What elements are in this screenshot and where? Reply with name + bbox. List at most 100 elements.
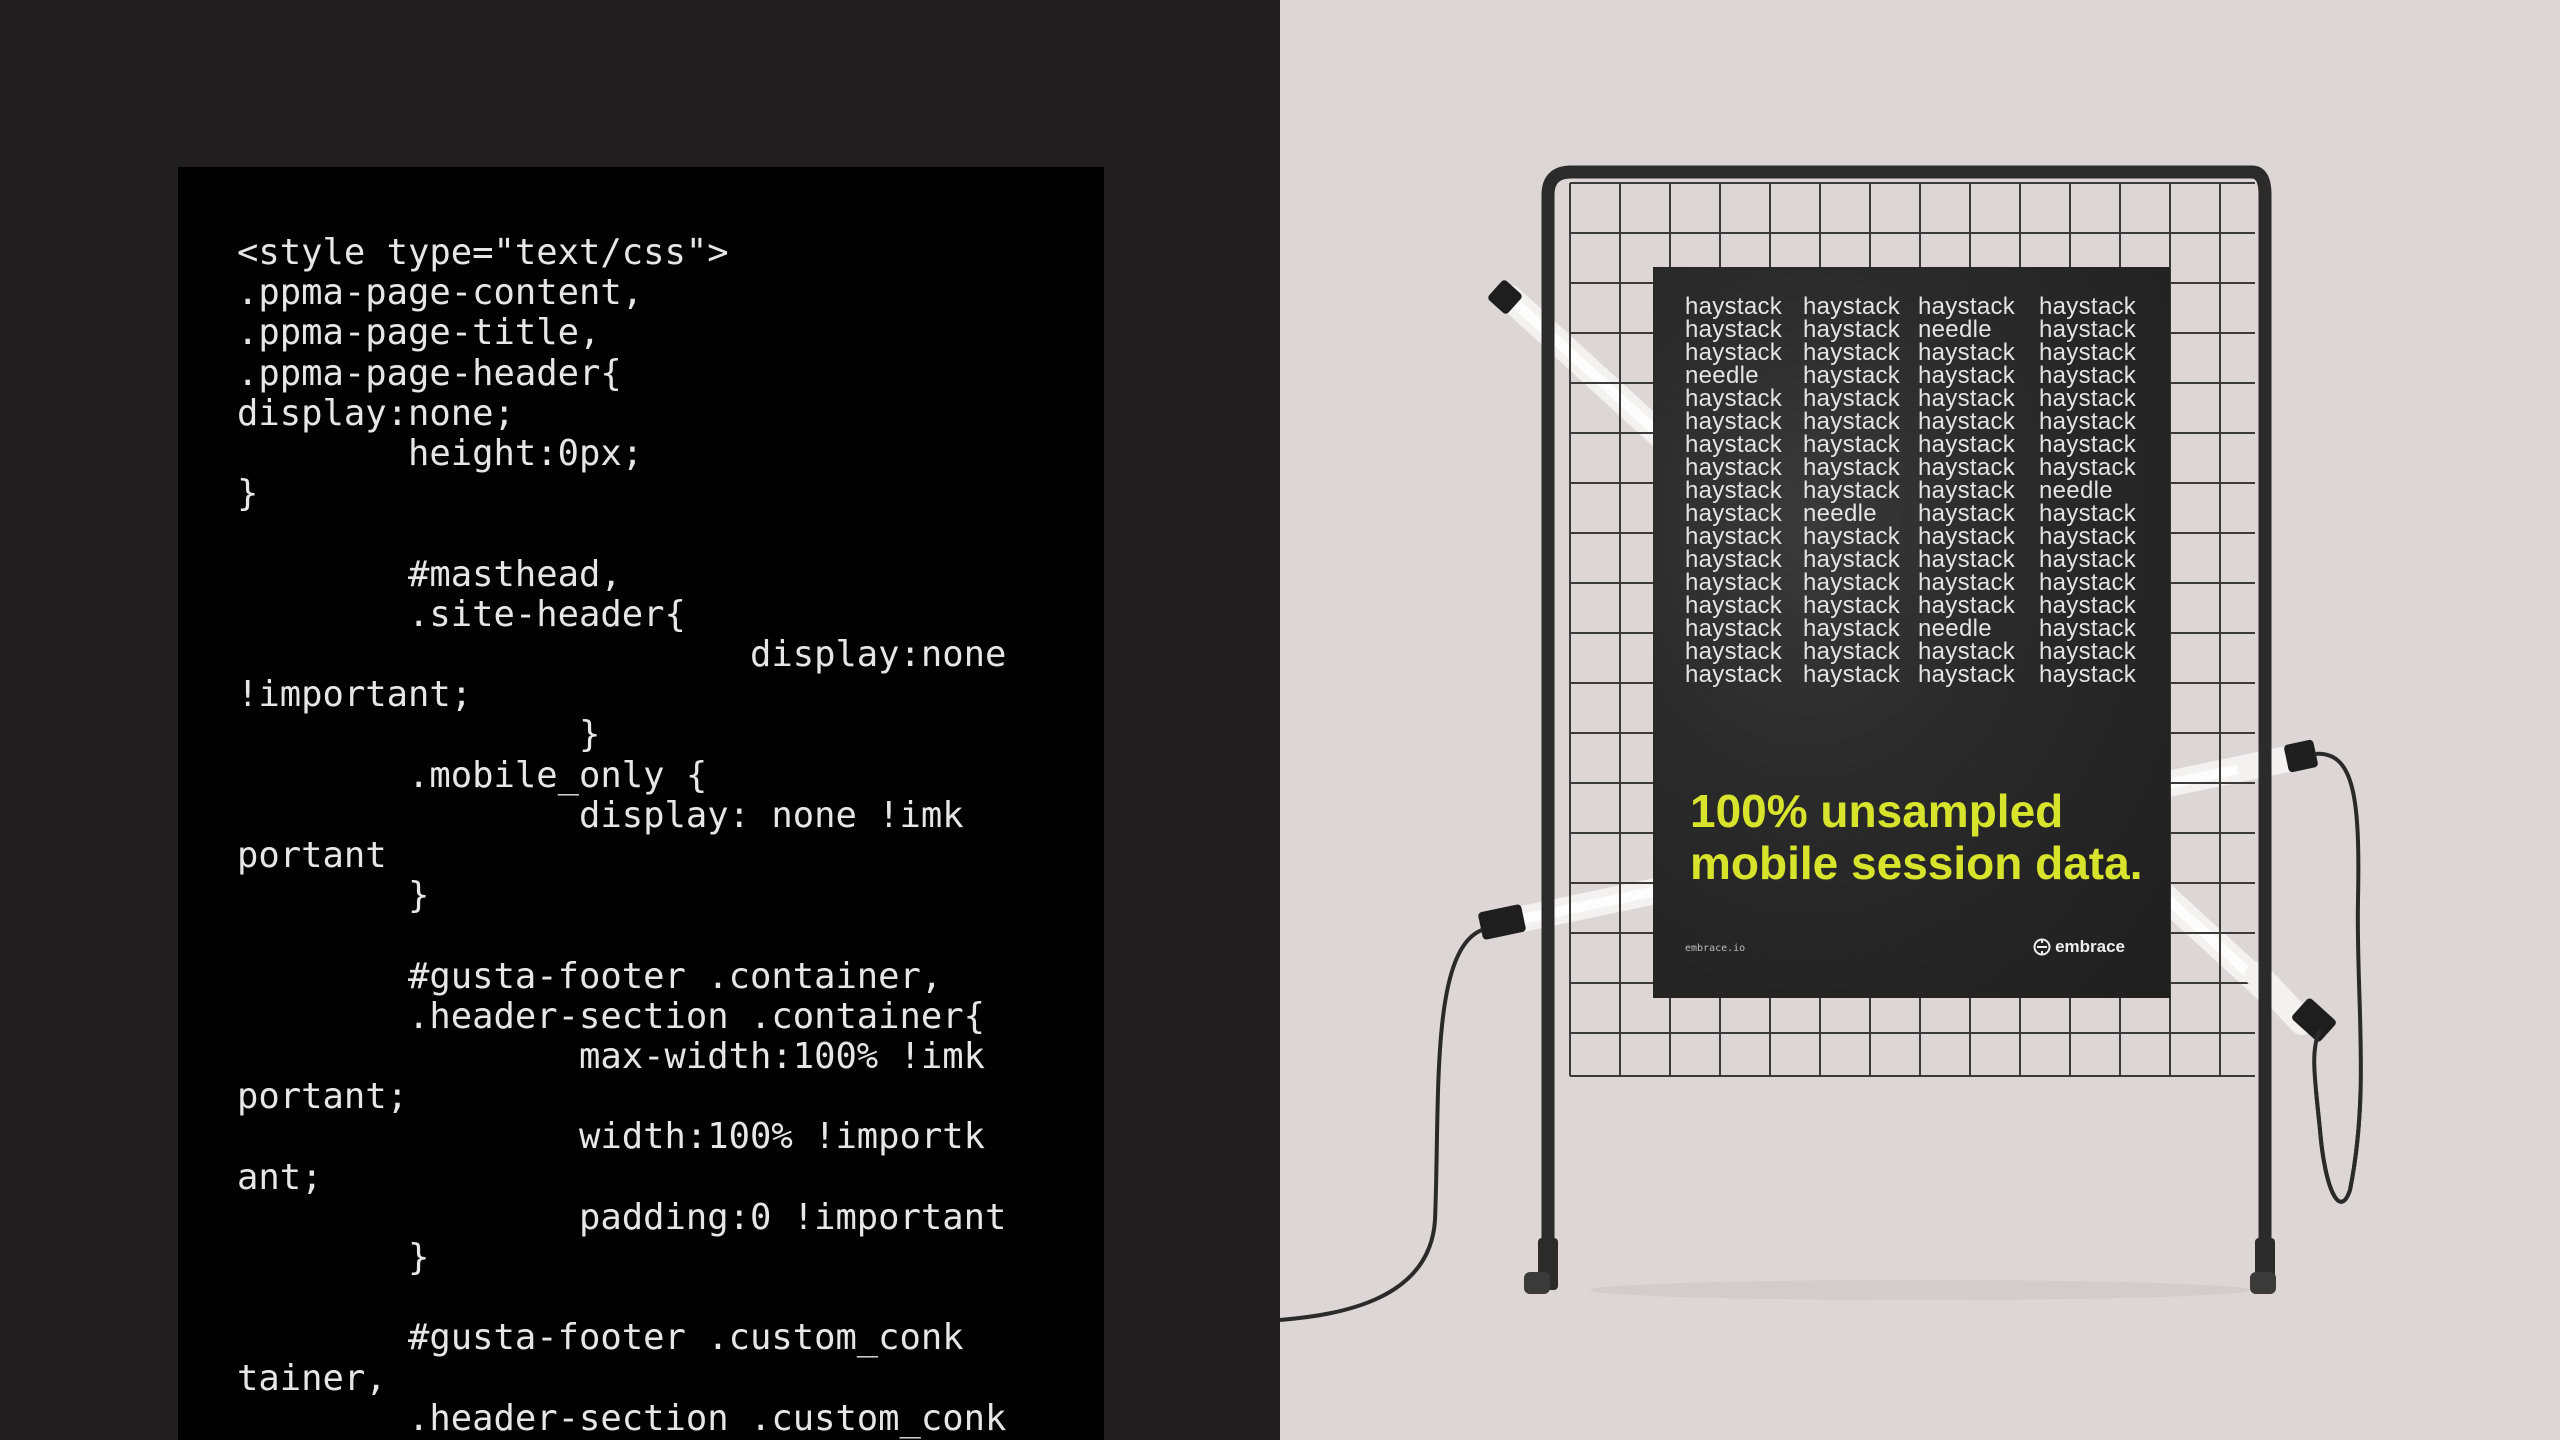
haystack-word: haystack [1803,661,1901,688]
haystack-word: haystack [2039,546,2137,573]
haystack-word: haystack [1803,546,1901,573]
haystack-word: haystack [2039,661,2137,688]
poster-brand: embrace [2033,937,2125,957]
code-line: display:none [237,634,1007,676]
needle-word: needle [2039,477,2113,504]
haystack-word: haystack [1685,500,1783,527]
code-line: width:100% !importk [237,1116,986,1158]
code-line: .header-section .custom_conk [237,1397,1007,1439]
css-code-block: <style type="text/css"> .ppma-page-conte… [237,232,1007,1439]
poster-url: embrace.io [1685,943,1746,954]
haystack-word: haystack [1918,638,2016,665]
code-line: ant; [237,1156,323,1198]
code-line: display: none !imk [237,794,964,836]
code-line: portant [237,835,387,877]
haystack-word: haystack [2039,385,2137,412]
embrace-logo-icon [2033,938,2051,956]
haystack-word: haystack [1918,454,2016,481]
haystack-word: haystack [1918,661,2016,688]
haystack-word: haystack [1685,592,1783,619]
needle-word: needle [1918,316,1992,343]
code-showcase-panel: <style type="text/css"> .ppma-page-conte… [0,0,1280,1440]
haystack-word: haystack [1803,385,1901,412]
haystack-word: haystack [1685,615,1783,642]
code-line: tainer, [237,1357,387,1399]
code-line: max-width:100% !imk [237,1036,986,1078]
haystack-word: haystack [1918,385,2016,412]
haystack-word: haystack [2039,615,2137,642]
haystack-word: haystack [1685,661,1783,688]
haystack-word: haystack [1918,477,2016,504]
haystack-word: haystack [1803,592,1901,619]
haystack-word: haystack [1685,431,1783,458]
haystack-word: haystack [2039,431,2137,458]
code-line: .ppma-page-content, [237,272,644,314]
haystack-word: haystack [1685,569,1783,596]
code-line: .ppma-page-title, [237,312,601,354]
haystack-word: haystack [2039,592,2137,619]
haystack-word: haystack [1685,477,1783,504]
haystack-word: haystack [2039,454,2137,481]
code-line: } [237,875,430,917]
haystack-word: haystack [2039,569,2137,596]
code-line: #masthead, [237,553,622,595]
code-line: height:0px; [237,433,644,475]
code-line: .ppma-page-header{ [237,352,622,394]
haystack-word: haystack [2039,523,2137,550]
headline-line-1: 100% unsampled [1690,785,2064,837]
code-line: display:none; [237,392,515,434]
code-line: .header-section .container{ [237,995,986,1037]
headline-line-2: mobile session data. [1690,837,2143,889]
code-line: !important; [237,674,473,716]
code-window: <style type="text/css"> .ppma-page-conte… [178,167,1104,1440]
haystack-word: haystack [2039,316,2137,343]
code-line: portant; [237,1076,408,1118]
code-line: <style type="text/css"> [237,232,729,273]
haystack-word: haystack [1918,408,2016,435]
haystack-word: haystack [2039,638,2137,665]
poster-mockup-panel: haystack haystack haystack haystack haystack… [1280,0,2560,1440]
haystack-word: haystack [1918,546,2016,573]
haystack-word: haystack [1918,339,2016,366]
poster: haystack haystack haystack haystack haystack… [1653,267,2170,998]
haystack-word: haystack [1803,316,1901,343]
haystack-word: haystack [1803,523,1901,550]
haystack-word: haystack [1803,454,1901,481]
haystack-word: haystack [1685,546,1783,573]
haystack-word: haystack [1803,615,1901,642]
haystack-word: haystack [1918,592,2016,619]
haystack-word: haystack [1918,362,2016,389]
code-line: } [237,473,259,515]
haystack-word: haystack [1685,385,1783,412]
haystack-word: haystack [1803,293,1901,320]
haystack-word: haystack [1918,523,2016,550]
haystack-word: haystack [1685,293,1783,320]
code-line: .mobile_only { [237,754,708,796]
haystack-word: haystack [2039,362,2137,389]
haystack-word: haystack [1803,362,1901,389]
haystack-word: haystack [1803,569,1901,596]
haystack-word: haystack [1803,339,1901,366]
haystack-word: haystack [1685,408,1783,435]
haystack-word: haystack [1803,408,1901,435]
haystack-word: haystack [2039,408,2137,435]
brand-name: embrace [2055,937,2125,956]
haystack-word: haystack [1685,523,1783,550]
haystack-word: haystack [2039,293,2137,320]
haystack-word: haystack [1685,454,1783,481]
needle-word: needle [1803,500,1877,527]
haystack-word: haystack [1685,339,1783,366]
haystack-word: haystack [1918,500,2016,527]
code-line: .site-header{ [237,593,686,635]
needle-word: needle [1918,615,1992,642]
haystack-word: haystack [1803,431,1901,458]
poster-headline: 100% unsampled mobile session data. [1690,785,2142,889]
code-line: #gusta-footer .custom_conk [237,1317,964,1359]
haystack-word: haystack [1918,569,2016,596]
haystack-word: haystack [1918,293,2016,320]
haystack-word: haystack [1803,477,1901,504]
haystack-word: haystack [1685,638,1783,665]
code-line: #gusta-footer .container, [237,955,943,997]
haystack-word: haystack [1803,638,1901,665]
code-line: padding:0 !important [237,1196,1007,1238]
